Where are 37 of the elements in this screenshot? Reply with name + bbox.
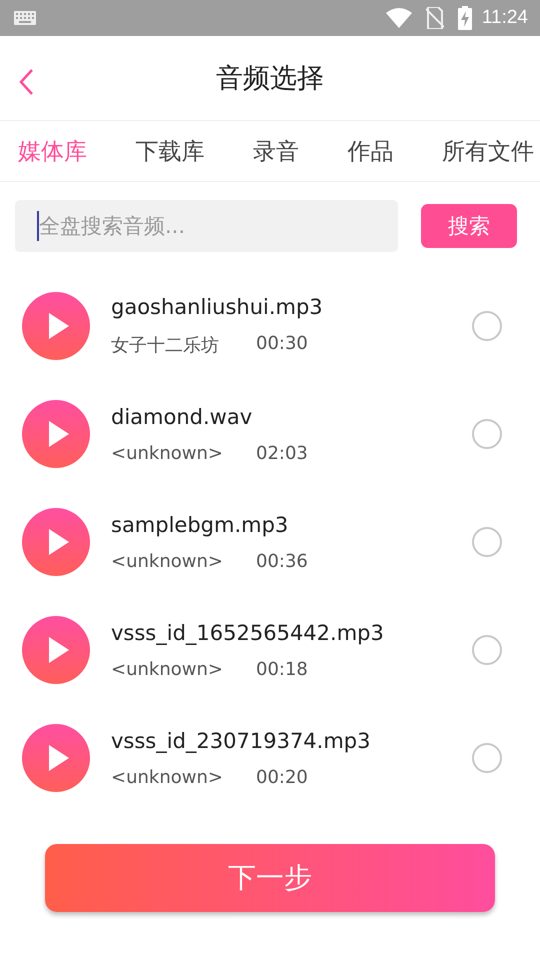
radio-button[interactable]: [472, 419, 502, 449]
search-field[interactable]: 全盘搜索音频...: [15, 200, 398, 252]
artist-name: <unknown>: [111, 658, 224, 680]
radio-button[interactable]: [472, 311, 502, 341]
tab[interactable]: 所有文件: [442, 132, 534, 170]
artist-name: <unknown>: [111, 550, 224, 572]
wifi-icon: [386, 8, 412, 28]
duration: 00:36: [256, 550, 308, 572]
artist-name: 女子十二乐坊: [111, 334, 220, 357]
artist-name: <unknown>: [111, 766, 224, 788]
tab[interactable]: 作品: [348, 132, 394, 170]
battery-charging-icon: [458, 6, 472, 30]
duration: 00:18: [256, 658, 308, 680]
file-name: gaoshanliushui.mp3: [111, 295, 324, 319]
page-title: 音频选择: [216, 62, 324, 96]
play-button[interactable]: [22, 724, 90, 792]
play-button[interactable]: [22, 508, 90, 576]
tab[interactable]: 下载库: [136, 132, 204, 170]
radio-button[interactable]: [472, 635, 502, 665]
play-button[interactable]: [22, 400, 90, 468]
duration: 00:20: [256, 766, 308, 788]
back-icon: [18, 68, 34, 96]
no-sim-icon: [426, 7, 444, 29]
duration: 02:03: [256, 442, 308, 464]
play-button[interactable]: [22, 616, 90, 684]
tab[interactable]: 录音: [253, 132, 299, 170]
status-time: 11:24: [482, 7, 528, 29]
keyboard-icon: [14, 11, 36, 25]
duration: 00:30: [256, 333, 308, 356]
file-name: vsss_id_1652565442.mp3: [111, 620, 385, 644]
play-button[interactable]: [22, 292, 90, 360]
file-name: diamond.wav: [111, 404, 254, 428]
radio-button[interactable]: [472, 527, 502, 557]
radio-button[interactable]: [472, 743, 502, 773]
file-name: vsss_id_230719374.mp3: [111, 728, 372, 752]
file-name: samplebgm.mp3: [111, 512, 290, 536]
artist-name: <unknown>: [111, 442, 224, 464]
